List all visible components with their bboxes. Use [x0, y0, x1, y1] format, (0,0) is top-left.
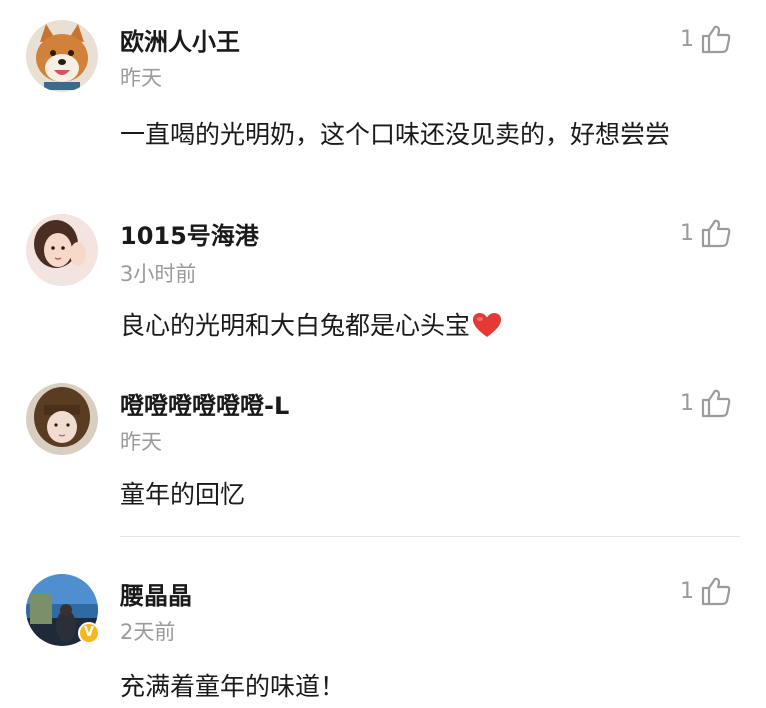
- like-button[interactable]: 1: [680, 22, 732, 56]
- like-button[interactable]: 1: [680, 386, 732, 420]
- comment-timestamp: 昨天: [120, 430, 162, 454]
- username[interactable]: 1015号海港: [120, 216, 259, 251]
- comment-text-content: 良心的光明和大白兔都是心头宝: [120, 311, 471, 340]
- comment-timestamp: 2天前: [120, 620, 176, 644]
- like-count: 1: [680, 26, 694, 52]
- comment-timestamp: 3小时前: [120, 262, 197, 286]
- thumbs-up-icon: [701, 219, 731, 248]
- verified-badge: V: [78, 622, 100, 644]
- thumbs-up-icon: [701, 389, 731, 418]
- comment-text: 充满着童年的味道！: [120, 672, 346, 701]
- like-count: 1: [680, 578, 694, 604]
- like-count: 1: [680, 220, 694, 246]
- comment-timestamp: 昨天: [120, 66, 162, 90]
- like-button[interactable]: 1: [680, 216, 732, 250]
- girl-portrait-avatar[interactable]: [26, 214, 98, 286]
- thumbs-up-icon: [701, 25, 731, 54]
- bob-hair-girl-avatar[interactable]: [26, 383, 98, 455]
- thumbs-up-icon: [701, 577, 731, 606]
- shiba-dog-avatar[interactable]: [26, 20, 98, 92]
- username[interactable]: 欧洲人小王: [120, 22, 240, 57]
- username[interactable]: 腰晶晶: [120, 576, 192, 611]
- username[interactable]: 噔噔噔噔噔噔-L: [120, 386, 289, 421]
- comment-text: 良心的光明和大白兔都是心头宝: [120, 305, 730, 347]
- comment-text: 童年的回忆: [120, 480, 246, 509]
- red-heart-emoji-icon: [473, 313, 502, 337]
- like-button[interactable]: 1: [680, 574, 732, 608]
- comment-text: 一直喝的光明奶，这个口味还没见卖的，好想尝尝: [120, 120, 671, 149]
- comment-divider: [120, 536, 740, 537]
- like-count: 1: [680, 390, 694, 416]
